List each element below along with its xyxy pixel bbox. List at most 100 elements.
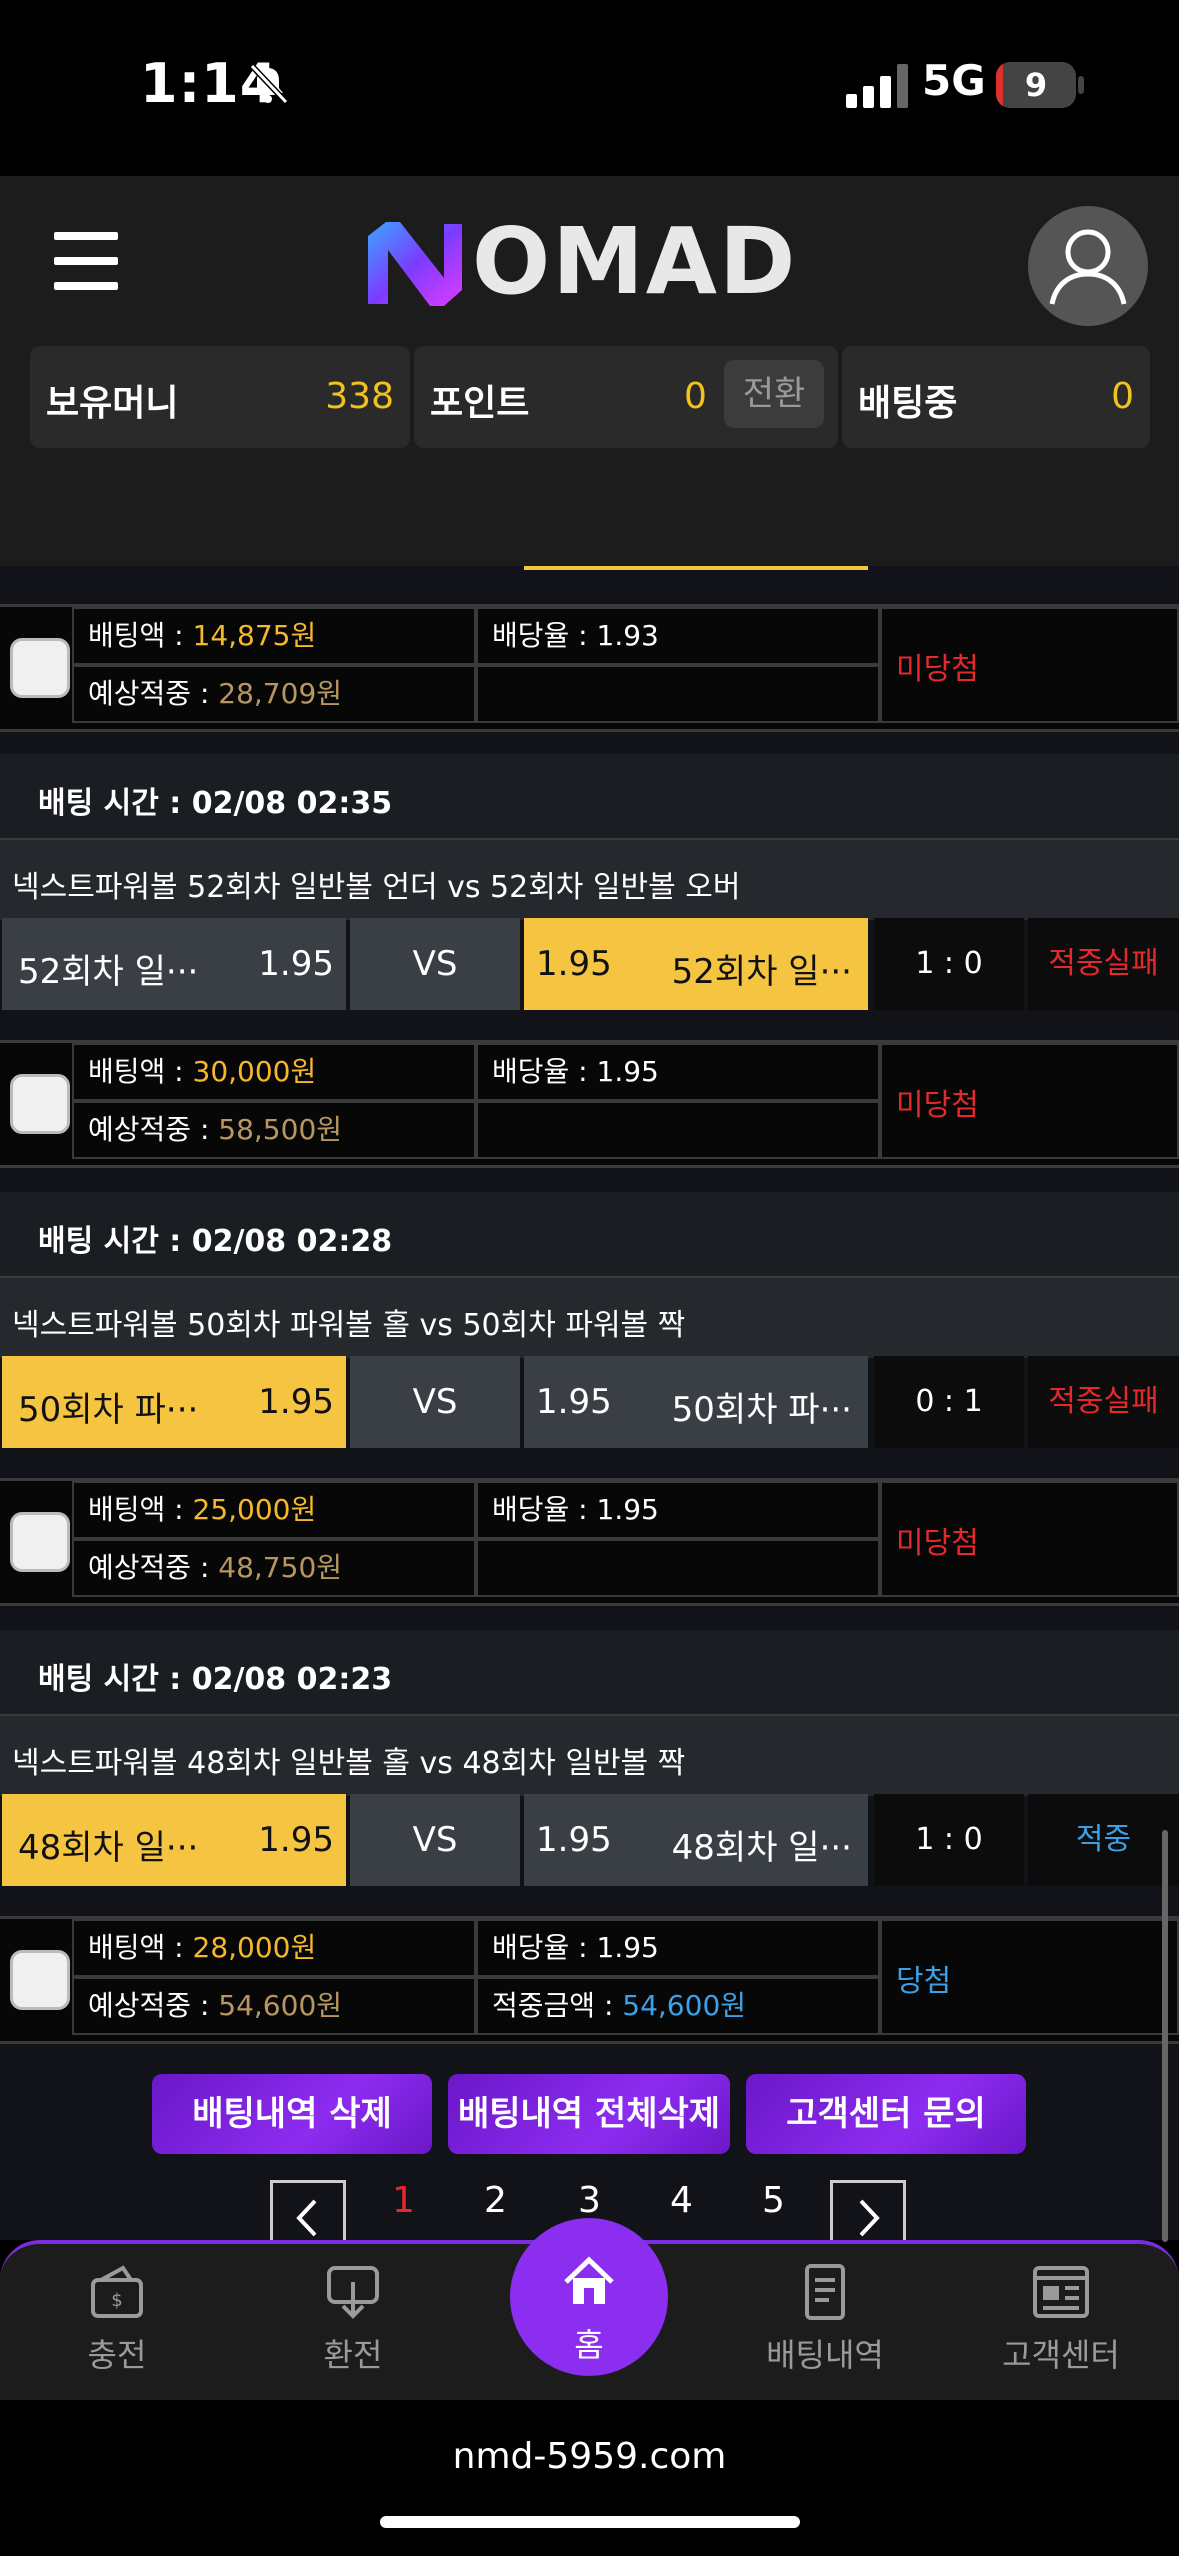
balance-points-value: 0 (684, 376, 707, 417)
balance-money-value: 338 (325, 376, 394, 417)
odds-cell: 배당율 : 1.93 (476, 607, 880, 665)
odds-cell: 배당율 : 1.95 (476, 1919, 880, 1977)
bet-select-checkbox[interactable] (10, 1950, 70, 2010)
battery-level: 9 (1024, 66, 1048, 104)
expected-win-value: 48,750원 (218, 1551, 343, 1584)
expected-win-value: 54,600원 (218, 1989, 343, 2022)
bet-amount-value: 25,000원 (192, 1493, 317, 1526)
balance-betting-label: 배팅중 (858, 383, 958, 424)
match-result: 적중 (1028, 1794, 1179, 1886)
bet-amount-cell: 배팅액 : 28,000원 (72, 1919, 476, 1977)
bet-select-checkbox[interactable] (10, 638, 70, 698)
home-indicator[interactable] (380, 2516, 800, 2528)
page-2[interactable]: 2 (484, 2180, 507, 2221)
scrollbar[interactable] (1162, 1830, 1168, 2242)
bet-amount-cell: 배팅액 : 30,000원 (72, 1043, 476, 1101)
odds-cell: 배당율 : 1.95 (476, 1481, 880, 1539)
url-text[interactable]: nmd-5959.com (0, 2436, 1179, 2477)
bet-amount-label: 배팅액 : (88, 1931, 193, 1964)
away-pick-name: 50회차 파··· (671, 1390, 852, 1430)
home-pick-name: 50회차 파··· (18, 1390, 199, 1430)
balance-betting-value: 0 (1111, 376, 1134, 417)
away-pick-odds: 1.95 (536, 944, 612, 984)
bet-amount-value: 28,000원 (192, 1931, 317, 1964)
bet-state: 미당첨 (896, 652, 979, 687)
home-pick-button[interactable]: 48회차 일··· 1.95 (2, 1794, 346, 1886)
away-pick-button[interactable]: 1.95 48회차 일··· (524, 1794, 868, 1886)
delete-all-history-button[interactable]: 배팅내역 전체삭제 (448, 2074, 730, 2154)
bell-muted-icon (249, 63, 289, 105)
vs-label: VS (350, 1794, 520, 1886)
bet-time-header: 배팅 시간 : 02/08 02:28 (0, 1192, 1179, 1276)
menu-icon[interactable] (54, 232, 118, 290)
app-logo[interactable]: OMAD (362, 214, 818, 310)
bet-time-header: 배팅 시간 : 02/08 02:35 (0, 754, 1179, 838)
away-pick-odds: 1.95 (536, 1382, 612, 1422)
away-pick-name: 52회차 일··· (671, 952, 852, 992)
page-5[interactable]: 5 (762, 2180, 785, 2221)
bet-amount-value: 30,000원 (192, 1055, 317, 1088)
page-4[interactable]: 4 (670, 2180, 693, 2221)
expected-win-cell: 예상적중 : 54,600원 (72, 1977, 476, 2035)
signal-icon (846, 64, 908, 108)
user-avatar[interactable] (1028, 206, 1148, 326)
delete-history-button[interactable]: 배팅내역 삭제 (152, 2074, 432, 2154)
home-pick-odds: 1.95 (258, 1382, 334, 1422)
customer-center-inquiry-button[interactable]: 고객센터 문의 (746, 2074, 1026, 2154)
away-pick-button[interactable]: 1.95 50회차 파··· (524, 1356, 868, 1448)
nav-exchange[interactable]: 환전 (278, 2262, 428, 2392)
bet-amount-value: 14,875원 (192, 619, 317, 652)
nav-bet-history[interactable]: 배팅내역 (750, 2262, 900, 2392)
odds-cell: 배당율 : 1.95 (476, 1043, 880, 1101)
logo-text: OMAD (472, 208, 798, 315)
match-title-row: 넥스트파워볼 48회차 일반볼 홀 vs 48회차 일반볼 짝 (0, 1714, 1179, 1796)
home-pick-button[interactable]: 50회차 파··· 1.95 (2, 1356, 346, 1448)
away-pick-odds: 1.95 (536, 1820, 612, 1860)
match-score: 0 : 1 (874, 1356, 1024, 1448)
expected-win-cell: 예상적중 : 58,500원 (72, 1101, 476, 1159)
bet-select-checkbox[interactable] (10, 1074, 70, 1134)
logo-mark-icon (368, 222, 462, 306)
nav-home[interactable]: 홈 (510, 2218, 668, 2376)
balance-money-label: 보유머니 (46, 383, 179, 424)
document-icon (805, 2264, 845, 2320)
scrolled-row-remnant (0, 566, 1179, 572)
bet-state: 미당첨 (896, 1526, 979, 1561)
nav-charge[interactable]: $ 충전 (42, 2262, 192, 2392)
nav-customer-center[interactable]: 고객센터 (986, 2262, 1136, 2392)
exchange-icon (327, 2266, 379, 2319)
network-type: 5G (922, 56, 986, 105)
expected-win-label: 예상적중 : (88, 677, 219, 710)
bet-amount-cell: 배팅액 : 14,875원 (72, 607, 476, 665)
page-3[interactable]: 3 (578, 2180, 601, 2221)
home-pick-name: 52회차 일··· (18, 952, 199, 992)
bet-time: 배팅 시간 : 02/08 02:35 (38, 786, 393, 821)
odds-value: 배당율 : 1.95 (492, 1493, 659, 1526)
newspaper-icon (1033, 2266, 1089, 2318)
expected-win-value: 28,709원 (218, 677, 343, 710)
home-pick-button[interactable]: 52회차 일··· 1.95 (2, 918, 346, 1010)
expected-win-label: 예상적중 : (88, 1989, 219, 2022)
bet-state: 당첨 (896, 1964, 952, 1999)
wallet-icon: $ (91, 2265, 143, 2318)
balance-money: 보유머니 338 (30, 346, 410, 448)
match-title-row: 넥스트파워볼 50회차 파워볼 홀 vs 50회차 파워볼 짝 (0, 1276, 1179, 1358)
nav-charge-label: 충전 (87, 2336, 147, 2374)
svg-text:$: $ (111, 2290, 122, 2311)
vs-label: VS (350, 918, 520, 1010)
convert-points-button[interactable]: 전환 (724, 360, 824, 428)
match-result: 적중실패 (1028, 918, 1179, 1010)
match-title: 넥스트파워볼 50회차 파워볼 홀 vs 50회차 파워볼 짝 (12, 1308, 686, 1343)
balance-betting: 배팅중 0 (842, 346, 1150, 448)
nav-bet-history-label: 배팅내역 (766, 2336, 884, 2374)
match-result: 적중실패 (1028, 1356, 1179, 1448)
page-1[interactable]: 1 (392, 2180, 415, 2221)
home-pick-name: 48회차 일··· (18, 1828, 199, 1868)
away-pick-button[interactable]: 1.95 52회차 일··· (524, 918, 868, 1010)
odds-value: 배당율 : 1.95 (492, 1055, 659, 1088)
match-title: 넥스트파워볼 48회차 일반볼 홀 vs 48회차 일반볼 짝 (12, 1746, 686, 1781)
win-amount-cell: 적중금액 : 54,600원 (476, 1977, 880, 2035)
expected-win-label: 예상적중 : (88, 1551, 219, 1584)
bet-select-checkbox[interactable] (10, 1512, 70, 1572)
battery-icon: 9 (996, 62, 1076, 108)
